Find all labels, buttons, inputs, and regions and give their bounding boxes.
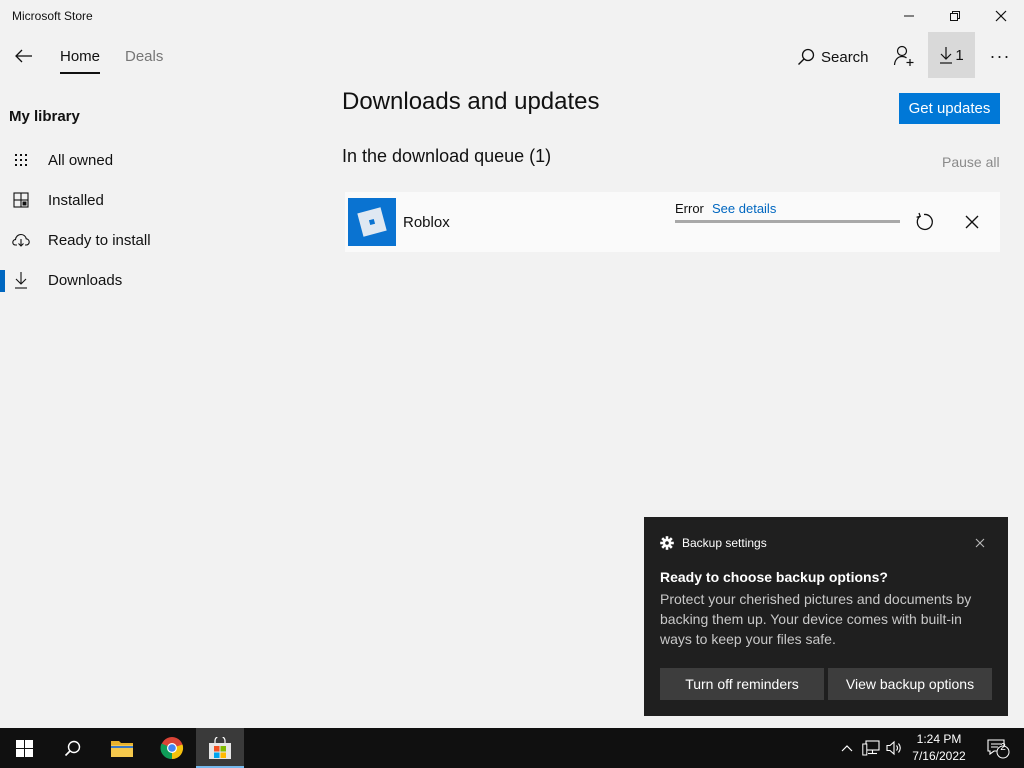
speaker-icon — [886, 740, 901, 756]
back-arrow-icon — [15, 49, 32, 63]
downloads-button[interactable]: 1 — [928, 32, 975, 78]
search-icon — [64, 740, 80, 756]
title-bar: Microsoft Store — [0, 0, 1024, 32]
more-icon: ··· — [989, 45, 1011, 66]
user-add-icon — [893, 45, 914, 66]
clock-time: 1:24 PM — [916, 732, 962, 746]
chrome-icon — [160, 737, 184, 760]
tab-home-label: Home — [60, 48, 101, 65]
store-icon — [209, 737, 231, 759]
tab-deals-label: Deals — [125, 48, 164, 65]
download-app-name: Roblox — [403, 214, 450, 231]
retry-icon — [916, 212, 933, 231]
see-details-link[interactable]: See details — [712, 201, 776, 216]
roblox-app-icon — [348, 198, 396, 246]
restore-button[interactable] — [932, 0, 978, 32]
cancel-download-button[interactable] — [959, 209, 985, 235]
action-center-button[interactable]: 2 — [980, 728, 1016, 768]
search-label: Search — [821, 48, 869, 66]
sidebar-item-label: Ready to install — [48, 232, 151, 249]
cloud-download-icon — [12, 231, 30, 249]
network-button[interactable] — [860, 728, 882, 768]
tab-deals[interactable]: Deals — [125, 48, 163, 65]
volume-button[interactable] — [884, 728, 906, 768]
sidebar-item-ready-to-install[interactable]: Ready to install — [0, 222, 300, 258]
account-button[interactable] — [888, 40, 920, 72]
pause-all-button[interactable]: Pause all — [942, 154, 1000, 170]
dismiss-notification-button[interactable] — [972, 535, 988, 551]
sidebar-item-label: Downloads — [48, 272, 123, 289]
network-icon — [862, 740, 880, 756]
sidebar-item-label: Installed — [48, 192, 104, 209]
file-explorer-button[interactable] — [98, 728, 146, 768]
nav-bar: Home Deals Search 1 ··· — [0, 32, 1024, 78]
grid-icon — [12, 151, 30, 169]
search-button[interactable]: Search — [797, 44, 869, 70]
downloads-count: 1 — [955, 46, 964, 64]
notification-title: Ready to choose backup options? — [660, 569, 888, 585]
restore-icon — [950, 11, 960, 21]
chrome-button[interactable] — [148, 728, 196, 768]
start-button[interactable] — [0, 728, 48, 768]
minimize-icon — [904, 15, 914, 17]
close-icon — [975, 538, 985, 548]
close-icon — [965, 215, 979, 229]
minimize-button[interactable] — [886, 0, 932, 32]
download-progress-bar — [675, 220, 900, 223]
download-icon — [940, 47, 953, 64]
download-progress-fill — [675, 220, 900, 223]
sidebar-item-installed[interactable]: Installed — [0, 182, 300, 218]
back-button[interactable] — [8, 40, 40, 72]
notification-app-name: Backup settings — [682, 536, 767, 550]
close-icon — [995, 10, 1007, 22]
taskbar-clock[interactable]: 1:24 PM 7/16/2022 — [904, 731, 974, 765]
show-hidden-icons-button[interactable] — [836, 728, 858, 768]
windows-logo-icon — [15, 739, 33, 757]
notification-count: 2 — [1000, 742, 1006, 753]
store-taskbar-button[interactable] — [196, 728, 244, 768]
installed-icon — [12, 191, 30, 209]
search-icon — [798, 48, 815, 65]
more-options-button[interactable]: ··· — [984, 40, 1016, 72]
gear-icon — [660, 536, 674, 550]
clock-date: 7/16/2022 — [912, 749, 966, 763]
folder-icon — [111, 741, 133, 757]
download-icon — [12, 271, 30, 289]
sidebar-item-label: All owned — [48, 152, 114, 169]
tab-home[interactable]: Home — [60, 48, 101, 74]
backup-notification: Backup settings Ready to choose backup o… — [644, 517, 1008, 716]
queue-heading: In the download queue (1) — [342, 146, 552, 166]
taskbar: 1:24 PM 7/16/2022 2 — [0, 728, 1024, 768]
window-title: Microsoft Store — [12, 9, 93, 23]
sidebar-item-downloads[interactable]: Downloads — [0, 262, 300, 298]
download-status: Error — [675, 201, 704, 216]
get-updates-button[interactable]: Get updates — [899, 93, 1000, 124]
chevron-up-icon — [841, 745, 853, 752]
close-window-button[interactable] — [978, 0, 1024, 32]
tab-selected-indicator — [60, 72, 101, 74]
sidebar-item-all-owned[interactable]: All owned — [0, 142, 300, 178]
turn-off-reminders-button[interactable]: Turn off reminders — [660, 668, 824, 700]
retry-button[interactable] — [911, 209, 937, 235]
view-backup-options-button[interactable]: View backup options — [828, 668, 992, 700]
notification-body: Protect your cherished pictures and docu… — [660, 591, 972, 647]
library-title: My library — [9, 108, 80, 125]
selection-indicator — [0, 270, 5, 292]
download-item[interactable]: Roblox Error See details — [345, 192, 1000, 252]
taskbar-search-button[interactable] — [48, 728, 96, 768]
page-title: Downloads and updates — [342, 88, 600, 115]
notification-header: Backup settings — [660, 536, 767, 550]
